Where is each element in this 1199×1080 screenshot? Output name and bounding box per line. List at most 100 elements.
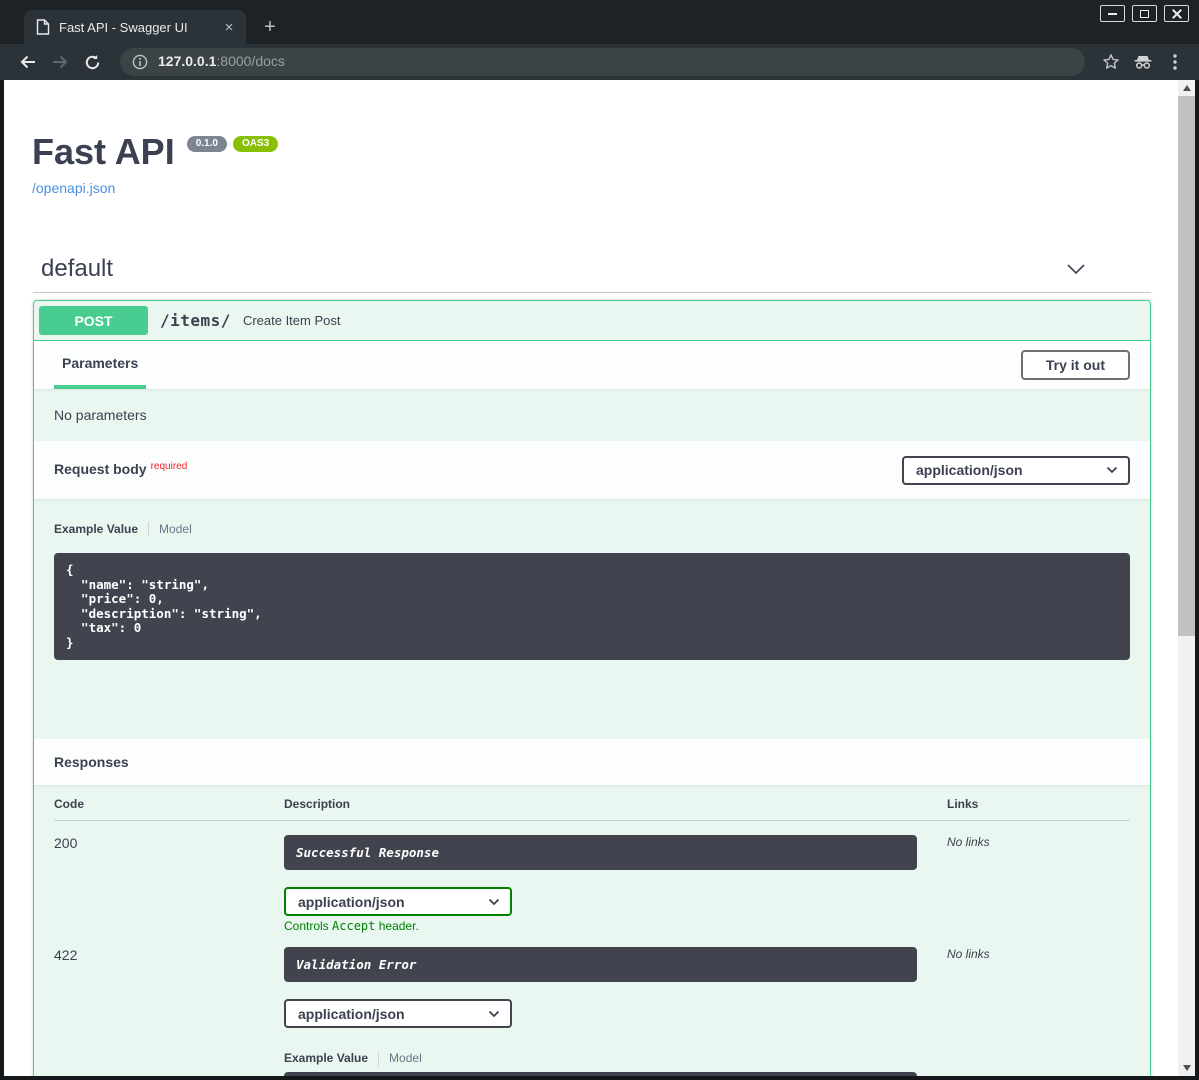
example-json-block: { "name": "string", "price": 0, "descrip… [54,553,1130,660]
tag-header[interactable]: default [33,255,1151,293]
responses-table: Code Description Links 200 Successful Re… [34,785,1150,1076]
incognito-icon [1133,53,1153,71]
browser-toolbar: 127.0.0.1:8000/docs [0,44,1199,80]
tab-model[interactable]: Model [389,1051,422,1065]
back-arrow-icon [19,53,37,71]
version-badge: 0.1.0 [187,136,227,152]
triangle-down-icon [1183,1065,1191,1071]
example-model-tabs-422: Example Value Model [284,1048,947,1068]
browser-tab[interactable]: Fast API - Swagger UI × [24,10,246,44]
openapi-spec-link[interactable]: /openapi.json [32,180,115,196]
tab-separator [148,522,149,537]
browser-window: Fast API - Swagger UI × + [0,0,1199,1080]
maximize-button[interactable] [1132,5,1157,22]
content-area: Fast API 0.1.0 OAS3 /openapi.json defaul… [0,80,1199,1080]
request-media-type-select[interactable]: application/json [902,456,1130,485]
response-media-type-value-200: application/json [298,894,405,910]
tag-section: default POST /items/ Create Item Post Pa… [33,255,1151,1076]
method-badge: POST [39,306,148,335]
incognito-button[interactable] [1129,48,1157,76]
forward-arrow-icon [51,53,69,71]
opblock-post-items: POST /items/ Create Item Post Parameters… [33,300,1151,1076]
minimize-icon [1108,13,1117,15]
request-body-title: Request body [54,461,147,477]
scroll-up-arrow[interactable] [1178,80,1195,96]
accept-note-header-name: Accept [332,919,375,933]
tab-parameters[interactable]: Parameters [54,341,146,389]
response-code: 422 [54,947,284,1076]
close-button[interactable] [1164,5,1189,22]
browser-menu-button[interactable] [1161,48,1189,76]
accept-note-suffix: header. [379,919,419,933]
page-info-icon[interactable] [132,54,148,70]
swagger-page: Fast API 0.1.0 OAS3 /openapi.json defaul… [4,80,1178,1076]
response-description-bar: Successful Response [284,835,917,870]
chevron-down-icon [1106,466,1118,474]
api-title: Fast API [32,134,175,170]
operation-path: /items/ [160,311,231,330]
oas3-badge: OAS3 [233,136,278,152]
response-row-422: 422 Validation Error application/json [54,933,1130,1076]
minimize-button[interactable] [1100,5,1125,22]
parameters-title: Parameters [62,355,138,371]
new-tab-button[interactable]: + [256,13,284,41]
accept-note-prefix: Controls [284,919,329,933]
response-description-text: Successful Response [296,845,439,860]
response-media-type-select-422[interactable]: application/json [284,999,512,1028]
column-links: Links [947,797,1130,811]
vertical-scrollbar[interactable] [1178,80,1195,1076]
responses-header: Responses [34,739,1150,785]
bookmark-star-button[interactable] [1097,48,1125,76]
triangle-up-icon [1183,85,1191,91]
back-button[interactable] [14,48,42,76]
scrollbar-thumb[interactable] [1178,96,1195,636]
accept-header-note: Controls Accept header. [284,919,947,933]
tab-model[interactable]: Model [159,522,192,536]
operation-summary[interactable]: POST /items/ Create Item Post [34,301,1150,341]
tab-title: Fast API - Swagger UI [59,20,211,35]
example-json-block-clipped [284,1072,917,1076]
try-it-out-button[interactable]: Try it out [1021,350,1130,380]
response-links: No links [947,947,1130,1076]
example-json-code: { "name": "string", "price": 0, "descrip… [66,563,1118,650]
tab-example-value[interactable]: Example Value [54,522,138,536]
operation-description: Create Item Post [243,313,341,328]
response-row-200: 200 Successful Response application/json [54,821,1130,933]
reload-icon [84,54,101,71]
parameters-header: Parameters Try it out [34,341,1150,389]
api-info: Fast API 0.1.0 OAS3 /openapi.json [4,80,1178,198]
responses-table-header: Code Description Links [54,785,1130,821]
request-body-header: Request bodyrequired application/json [34,441,1150,499]
response-media-type-value-422: application/json [298,1006,405,1022]
tab-example-value[interactable]: Example Value [284,1051,368,1065]
response-links: No links [947,835,1130,933]
url-text: 127.0.0.1:8000/docs [158,53,285,71]
url-host: 127.0.0.1 [158,53,216,69]
column-description: Description [284,797,947,811]
responses-title: Responses [54,754,129,770]
response-code: 200 [54,835,284,933]
url-path: :8000/docs [216,53,285,69]
close-icon [1172,9,1182,19]
response-media-type-select-200[interactable]: application/json [284,887,512,916]
column-code: Code [54,797,284,811]
url-bar[interactable]: 127.0.0.1:8000/docs [120,48,1085,76]
tab-close-icon[interactable]: × [220,18,238,36]
tab-strip: Fast API - Swagger UI × + [0,0,1199,44]
kebab-menu-icon [1173,54,1177,70]
forward-button[interactable] [46,48,74,76]
chevron-down-icon [488,898,500,906]
reload-button[interactable] [78,48,106,76]
chevron-down-icon [488,1010,500,1018]
request-media-type-value: application/json [916,462,1023,478]
tag-name: default [41,255,113,283]
response-description-bar: Validation Error [284,947,917,982]
star-icon [1102,53,1120,71]
tab-separator [378,1051,379,1066]
document-icon [36,19,50,35]
request-body-section: Example Value Model { "name": "string", … [34,499,1150,739]
chevron-down-icon[interactable] [1066,263,1086,275]
scroll-down-arrow[interactable] [1178,1060,1195,1076]
example-model-tabs: Example Value Model [54,519,1130,539]
no-parameters-message: No parameters [34,389,1150,441]
